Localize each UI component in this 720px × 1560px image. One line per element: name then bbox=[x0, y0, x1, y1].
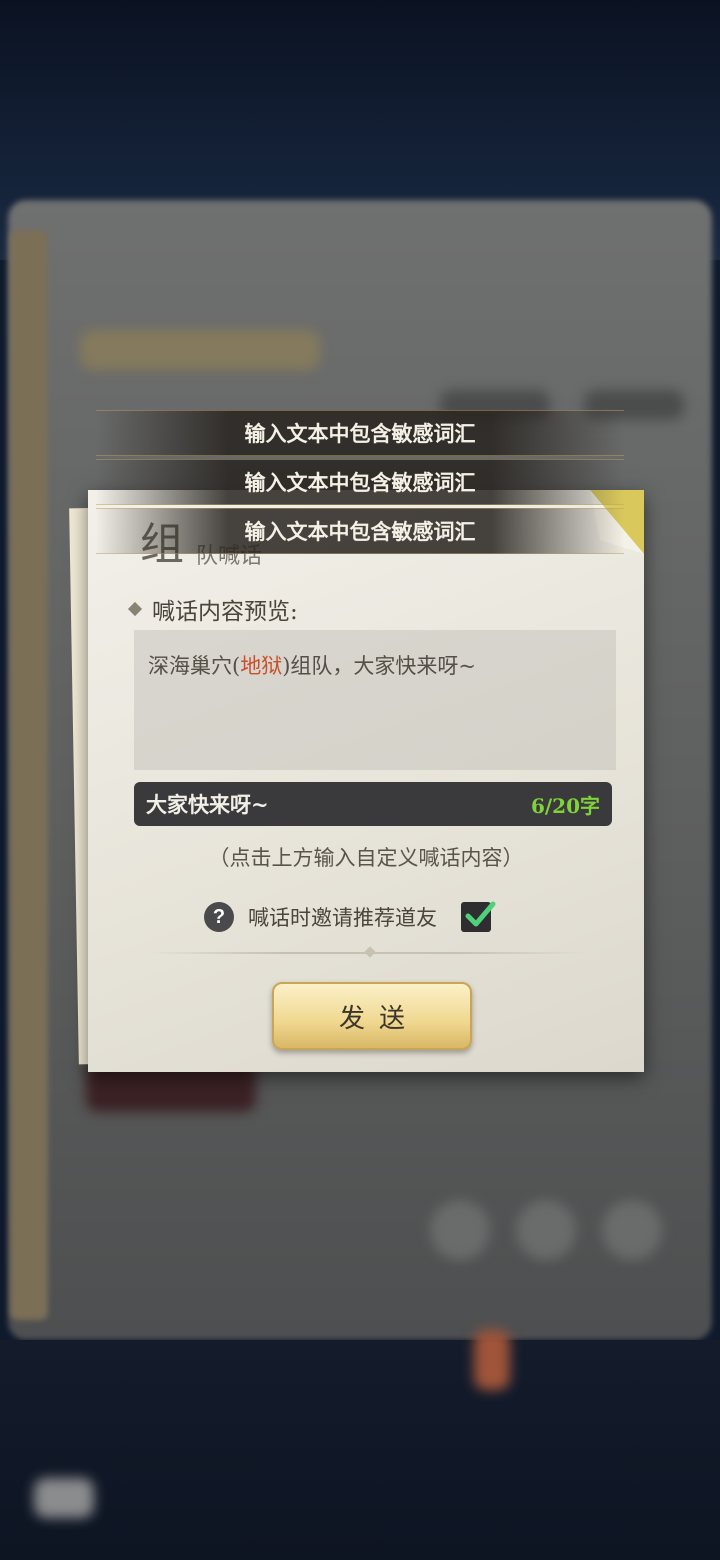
help-icon[interactable]: ? bbox=[204, 902, 234, 932]
checkmark-icon bbox=[465, 901, 496, 927]
background-ground bbox=[0, 1340, 720, 1560]
invite-label: 喊话时邀请推荐道友 bbox=[248, 906, 437, 930]
preview-box: 深海巢穴(地狱)组队，大家快来呀~ bbox=[134, 630, 616, 770]
team-shout-dialog: 组 队喊话 喊话内容预览: 深海巢穴(地狱)组队，大家快来呀~ 大家快来呀~ 6… bbox=[88, 490, 644, 1072]
background-element bbox=[80, 330, 320, 370]
background-element bbox=[516, 1200, 576, 1260]
preview-highlight: 地狱 bbox=[240, 654, 283, 678]
background-element bbox=[430, 1200, 490, 1260]
background-book-spine bbox=[10, 230, 48, 1320]
shout-input[interactable]: 大家快来呀~ 6/20字 bbox=[134, 782, 612, 826]
preview-label-row: 喊话内容预览: bbox=[127, 592, 298, 626]
toast-text: 输入文本中包含敏感词汇 bbox=[244, 519, 476, 544]
preview-text: 深海巢穴(地狱)组队，大家快来呀~ bbox=[148, 650, 476, 680]
background-element bbox=[602, 1200, 662, 1260]
invite-row: ? 喊话时邀请推荐道友 bbox=[204, 901, 496, 932]
preview-text-end: )组队，大家快来呀~ bbox=[282, 654, 476, 678]
toast-message: 输入文本中包含敏感词汇 bbox=[96, 508, 624, 554]
invite-checkbox[interactable] bbox=[461, 901, 496, 932]
send-button[interactable]: 发送 bbox=[272, 982, 472, 1050]
toast-text: 输入文本中包含敏感词汇 bbox=[244, 470, 476, 495]
preview-label: 喊话内容预览: bbox=[152, 599, 298, 625]
char-count: 6/20字 bbox=[530, 793, 600, 818]
input-hint: （点击上方输入自定义喊话内容） bbox=[208, 846, 524, 870]
toast-text: 输入文本中包含敏感词汇 bbox=[244, 421, 476, 446]
shout-input-value: 大家快来呀~ bbox=[146, 792, 269, 817]
background-element bbox=[474, 1330, 510, 1390]
toast-message: 输入文本中包含敏感词汇 bbox=[96, 410, 624, 456]
divider-ornament bbox=[364, 946, 376, 958]
preview-text-start: 深海巢穴( bbox=[148, 654, 241, 678]
toast-message: 输入文本中包含敏感词汇 bbox=[96, 459, 624, 505]
diamond-icon bbox=[127, 601, 143, 617]
background-element bbox=[34, 1478, 94, 1518]
send-button-label: 发送 bbox=[338, 1003, 419, 1034]
